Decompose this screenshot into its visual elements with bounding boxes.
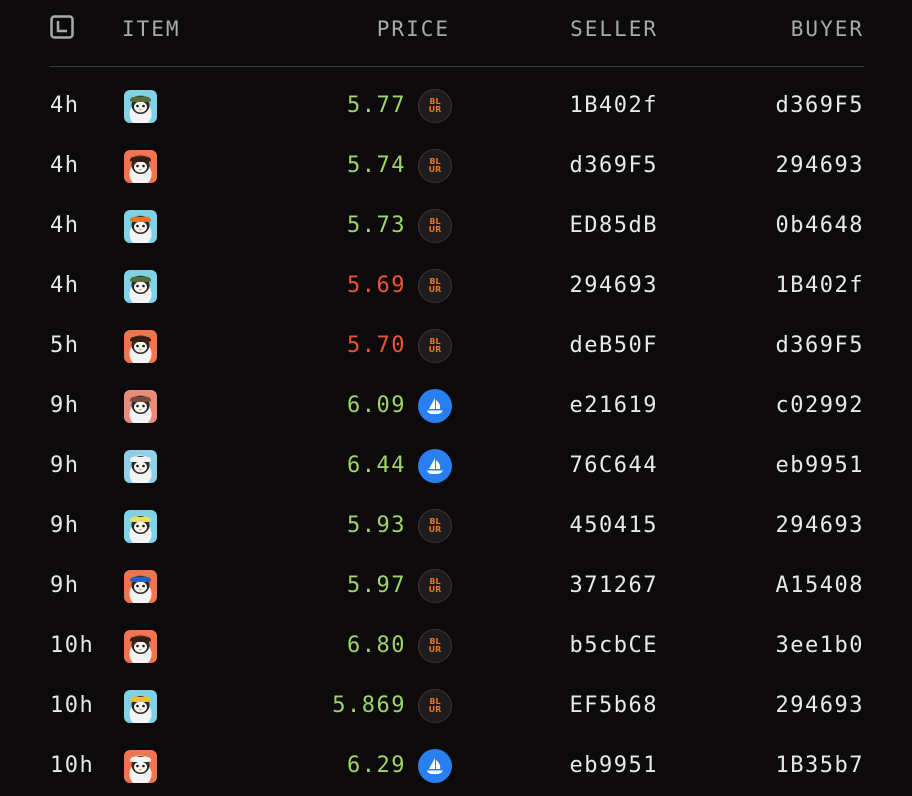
blur-marketplace-icon[interactable]: BL UR <box>418 89 452 123</box>
sale-time: 5h <box>50 333 80 358</box>
blur-marketplace-icon[interactable]: BL UR <box>418 509 452 543</box>
nft-avatar[interactable] <box>124 450 157 483</box>
nft-avatar[interactable] <box>124 570 157 603</box>
clock-icon[interactable] <box>50 15 74 39</box>
table-row[interactable]: 9h 6.09 e21619 c02992 <box>0 376 912 436</box>
buyer-address[interactable]: 294693 <box>776 150 864 182</box>
sale-time: 9h <box>50 393 80 418</box>
table-row[interactable]: 9h 6.44 76C644 eb9951 <box>0 436 912 496</box>
column-header-price[interactable]: PRICE <box>377 14 450 44</box>
nft-avatar[interactable] <box>124 210 157 243</box>
nft-avatar[interactable] <box>124 330 157 363</box>
sale-time: 4h <box>50 213 80 238</box>
sale-price: 5.73 <box>347 213 406 238</box>
seller-address[interactable]: 1B402f <box>570 90 658 122</box>
buyer-address[interactable]: 294693 <box>776 690 864 722</box>
opensea-marketplace-icon[interactable] <box>418 749 452 783</box>
sale-time: 4h <box>50 273 80 298</box>
seller-address[interactable]: e21619 <box>570 390 658 422</box>
sale-price: 6.44 <box>347 453 406 478</box>
seller-address[interactable]: d369F5 <box>570 150 658 182</box>
nft-avatar[interactable] <box>124 390 157 423</box>
seller-address[interactable]: 294693 <box>570 270 658 302</box>
sale-time: 9h <box>50 513 80 538</box>
seller-address[interactable]: eb9951 <box>570 750 658 782</box>
blur-marketplace-icon[interactable]: BL UR <box>418 209 452 243</box>
blur-marketplace-icon[interactable]: BL UR <box>418 149 452 183</box>
header-divider <box>49 66 864 67</box>
sale-time: 10h <box>50 693 95 718</box>
column-header-item[interactable]: ITEM <box>122 14 181 44</box>
table-row[interactable]: 9h 5.97 BL UR 371267 A15408 <box>0 556 912 616</box>
sale-price: 6.29 <box>347 753 406 778</box>
sale-price: 5.97 <box>347 573 406 598</box>
table-row[interactable]: 4h 5.73 BL UR ED85dB 0b4648 <box>0 196 912 256</box>
blur-marketplace-icon[interactable]: BL UR <box>418 269 452 303</box>
nft-avatar[interactable] <box>124 510 157 543</box>
opensea-marketplace-icon[interactable] <box>418 389 452 423</box>
table-header: ITEM PRICE SELLER BUYER <box>0 0 912 60</box>
blur-marketplace-icon[interactable]: BL UR <box>418 629 452 663</box>
column-header-seller[interactable]: SELLER <box>570 14 658 44</box>
sale-time: 10h <box>50 753 95 778</box>
sale-time: 9h <box>50 453 80 478</box>
sale-price: 6.80 <box>347 633 406 658</box>
seller-address[interactable]: b5cbCE <box>570 630 658 662</box>
table-row[interactable]: 10h 6.80 BL UR b5cbCE 3ee1b0 <box>0 616 912 676</box>
sale-price: 6.09 <box>347 393 406 418</box>
nft-avatar[interactable] <box>124 270 157 303</box>
seller-address[interactable]: ED85dB <box>570 210 658 242</box>
buyer-address[interactable]: d369F5 <box>776 90 864 122</box>
table-row[interactable]: 9h 5.93 BL UR 450415 294693 <box>0 496 912 556</box>
buyer-address[interactable]: 3ee1b0 <box>776 630 864 662</box>
nft-avatar[interactable] <box>124 90 157 123</box>
sale-time: 10h <box>50 633 95 658</box>
seller-address[interactable]: deB50F <box>570 330 658 362</box>
opensea-marketplace-icon[interactable] <box>418 449 452 483</box>
blur-marketplace-icon[interactable]: BL UR <box>418 569 452 603</box>
nft-avatar[interactable] <box>124 750 157 783</box>
blur-marketplace-icon[interactable]: BL UR <box>418 329 452 363</box>
sale-time: 4h <box>50 153 80 178</box>
buyer-address[interactable]: 1B35b7 <box>776 750 864 782</box>
buyer-address[interactable]: 294693 <box>776 510 864 542</box>
sale-price: 5.93 <box>347 513 406 538</box>
table-row[interactable]: 5h 5.70 BL UR deB50F d369F5 <box>0 316 912 376</box>
nft-avatar[interactable] <box>124 690 157 723</box>
buyer-address[interactable]: A15408 <box>776 570 864 602</box>
buyer-address[interactable]: eb9951 <box>776 450 864 482</box>
seller-address[interactable]: 450415 <box>570 510 658 542</box>
sale-time: 4h <box>50 93 80 118</box>
buyer-address[interactable]: d369F5 <box>776 330 864 362</box>
column-header-buyer[interactable]: BUYER <box>791 14 864 44</box>
nft-avatar[interactable] <box>124 630 157 663</box>
table-row[interactable]: 4h 5.69 BL UR 294693 1B402f <box>0 256 912 316</box>
table-row[interactable]: 10h 6.29 eb9951 1B35b7 <box>0 736 912 796</box>
sale-price: 5.74 <box>347 153 406 178</box>
table-row[interactable]: 10h 5.869 BL UR EF5b68 294693 <box>0 676 912 736</box>
seller-address[interactable]: EF5b68 <box>570 690 658 722</box>
sale-price: 5.869 <box>332 693 406 718</box>
table-row[interactable]: 4h 5.77 BL UR 1B402f d369F5 <box>0 76 912 136</box>
sale-price: 5.69 <box>347 273 406 298</box>
sale-price: 5.77 <box>347 93 406 118</box>
sale-time: 9h <box>50 573 80 598</box>
buyer-address[interactable]: 0b4648 <box>776 210 864 242</box>
blur-marketplace-icon[interactable]: BL UR <box>418 689 452 723</box>
nft-avatar[interactable] <box>124 150 157 183</box>
sales-table: 4h 5.77 BL UR 1B402f d369F5 4h 5.74 BL UR d369F5 29… <box>0 76 912 796</box>
buyer-address[interactable]: c02992 <box>776 390 864 422</box>
sale-price: 5.70 <box>347 333 406 358</box>
buyer-address[interactable]: 1B402f <box>776 270 864 302</box>
table-row[interactable]: 4h 5.74 BL UR d369F5 294693 <box>0 136 912 196</box>
seller-address[interactable]: 371267 <box>570 570 658 602</box>
seller-address[interactable]: 76C644 <box>570 450 658 482</box>
